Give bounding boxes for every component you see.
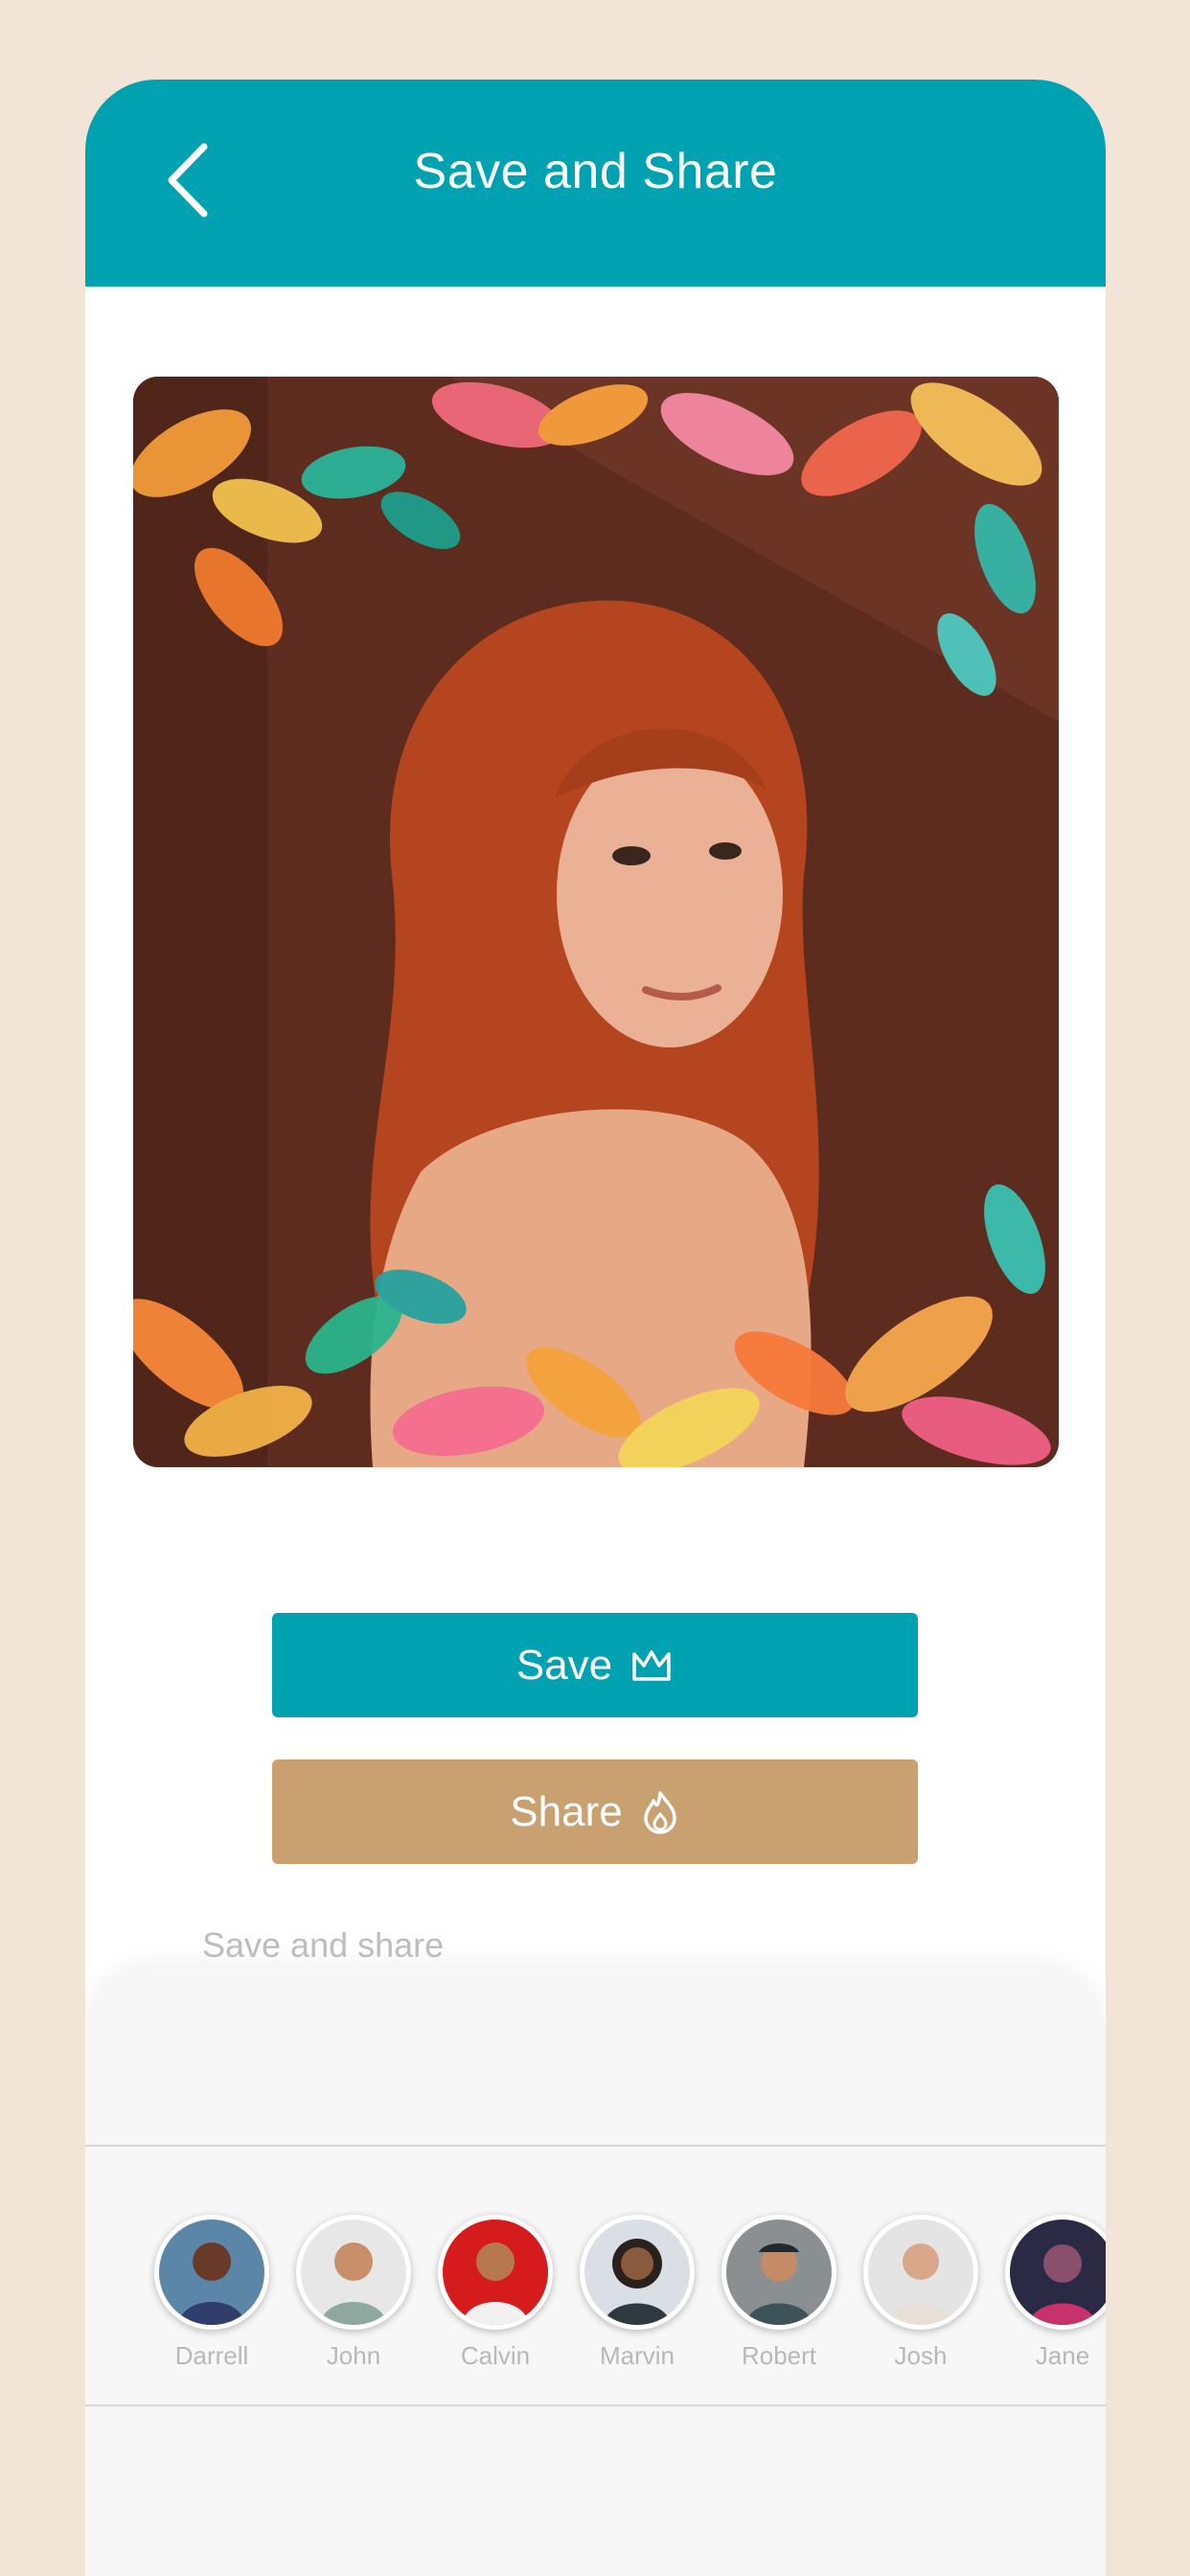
contact-name: John: [326, 2341, 381, 2370]
save-button-label: Save: [515, 1641, 613, 1689]
contact-item[interactable]: Darrell: [154, 2215, 269, 2371]
phone-screen: Save and Share Save Share Save and share…: [85, 80, 1106, 2576]
contact-list: Darrell John Calvin Marvin Robert Josh J…: [85, 2215, 1106, 2371]
contact-name: Jane: [1035, 2341, 1090, 2370]
avatar: [580, 2215, 695, 2330]
contact-item[interactable]: Marvin: [580, 2215, 695, 2371]
contact-name: Calvin: [460, 2341, 531, 2370]
avatar: [863, 2215, 978, 2330]
contact-item[interactable]: Calvin: [438, 2215, 553, 2371]
contact-item[interactable]: Robert: [721, 2215, 836, 2371]
page-title: Save and Share: [413, 144, 778, 199]
contact-name: Josh: [894, 2341, 948, 2370]
avatar: [154, 2215, 269, 2330]
sheet-divider-bottom: [85, 2404, 1106, 2406]
contact-name: Robert: [741, 2341, 817, 2370]
app-header: Save and Share: [85, 80, 1106, 287]
contact-item[interactable]: Jane: [1005, 2215, 1106, 2371]
contact-item[interactable]: Josh: [863, 2215, 978, 2371]
contact-name: Darrell: [174, 2341, 249, 2370]
avatar: [1005, 2215, 1106, 2330]
flame-icon: [643, 1790, 676, 1834]
avatar: [438, 2215, 553, 2330]
avatar: [721, 2215, 836, 2330]
photo-illustration: [133, 377, 1059, 1467]
contact-item[interactable]: John: [296, 2215, 411, 2371]
share-button-label: Share: [510, 1787, 623, 1835]
share-button[interactable]: Share: [272, 1760, 918, 1864]
crown-icon: [632, 1649, 671, 1681]
framed-photo: [133, 377, 1059, 1467]
contact-name: Marvin: [599, 2341, 675, 2370]
share-sheet-title: Save and share: [202, 1925, 445, 1965]
sheet-divider-top: [85, 2145, 1106, 2147]
avatar: [296, 2215, 411, 2330]
save-button[interactable]: Save: [272, 1613, 918, 1717]
